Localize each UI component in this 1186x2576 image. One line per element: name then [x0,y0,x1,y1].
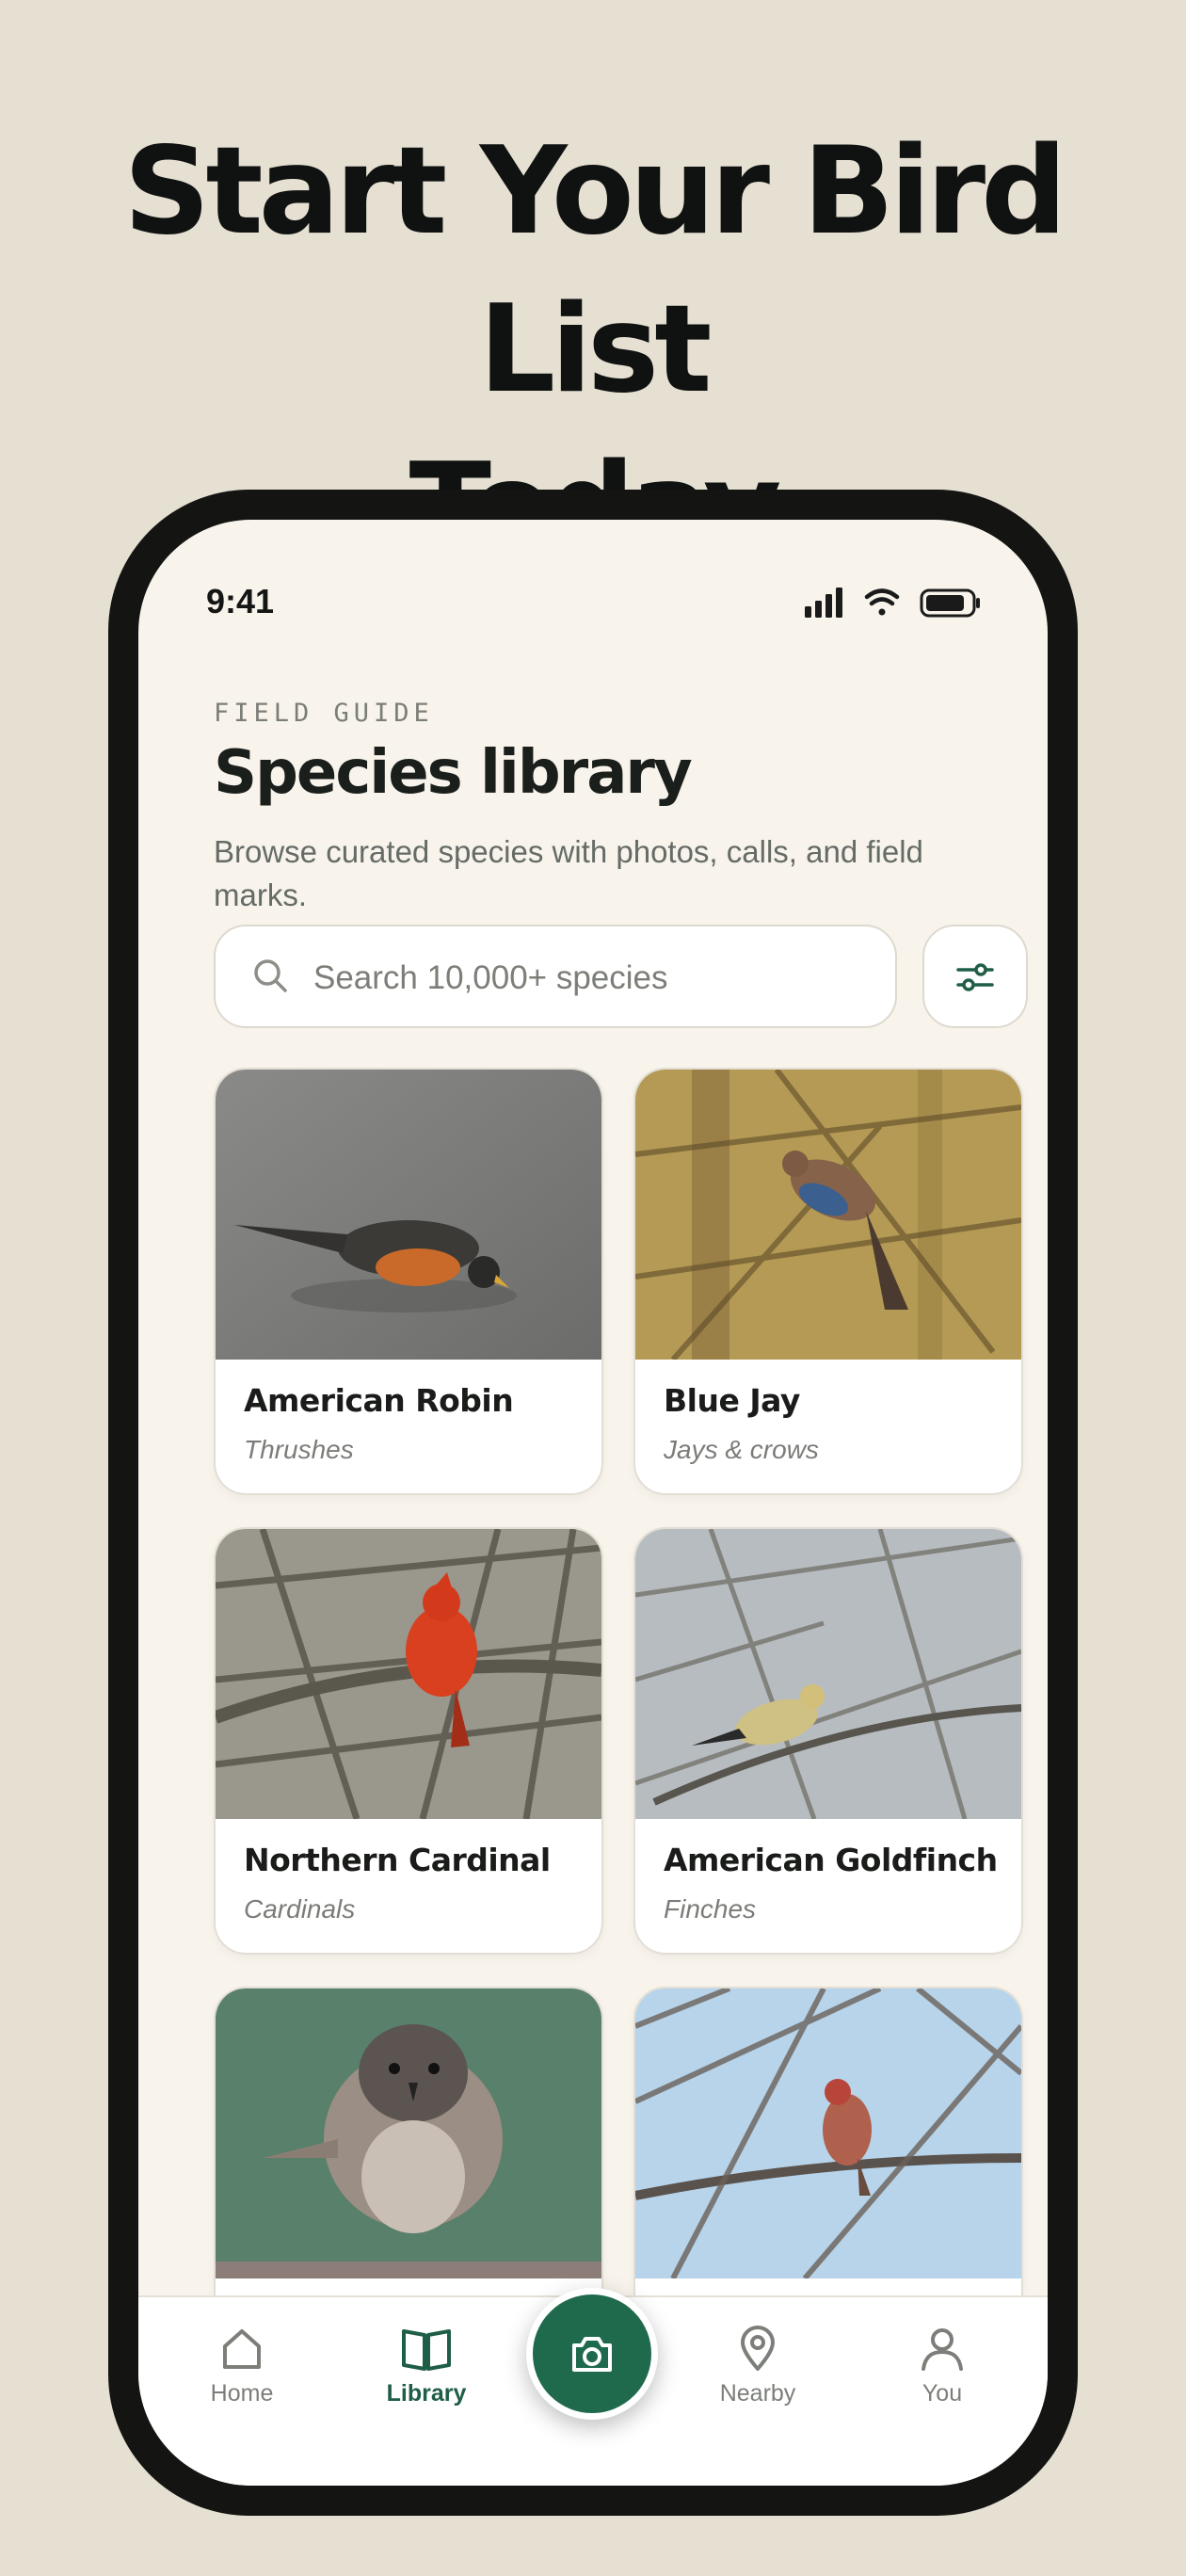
species-photo [635,1070,1021,1360]
species-card-blue-jay[interactable]: Blue Jay Jays & crows [633,1068,1023,1495]
person-icon [922,2328,963,2371]
camera-icon [572,2337,612,2372]
species-name: American Goldfinch [664,1842,998,1878]
page-subtitle: Browse curated species with photos, call… [214,834,923,912]
species-name: Blue Jay [664,1382,800,1419]
tab-nearby[interactable]: Nearby [682,2324,833,2427]
status-time: 9:41 [206,582,275,620]
search-icon [254,959,287,992]
species-family: Thrushes [244,1435,354,1464]
species-card-american-robin[interactable]: American Robin Thrushes [214,1068,603,1495]
headline-line-1: Start Your Bird List [123,121,1067,420]
wifi-icon [864,588,900,616]
status-icons [805,588,980,618]
species-photo [216,1988,601,2278]
phone-screen: 9:41 FIELD GUIDE Species library Browse … [138,520,1048,2486]
signal-icon [805,588,842,618]
species-family: Cardinals [244,1894,356,1924]
tab-home[interactable]: Home [167,2324,317,2427]
section-eyebrow: FIELD GUIDE [214,699,434,728]
home-icon [223,2329,261,2369]
species-family: Finches [664,1894,757,1924]
search-input[interactable] [312,949,861,1007]
tab-label: Home [210,2380,274,2407]
species-photo [635,1988,1021,2278]
tab-label: Nearby [719,2380,796,2407]
sliders-icon [956,963,994,991]
identify-camera-button[interactable] [526,2288,658,2420]
book-icon [402,2329,451,2371]
species-photo [216,1070,601,1360]
species-name: American Robin [244,1382,514,1419]
tab-label: Library [386,2380,467,2407]
tab-label: You [922,2380,963,2407]
tab-you[interactable]: You [867,2324,1018,2427]
species-photo [216,1529,601,1819]
species-card-northern-cardinal[interactable]: Northern Cardinal Cardinals [214,1527,603,1955]
filter-button[interactable] [922,925,1028,1028]
tab-library[interactable]: Library [351,2324,502,2427]
page-title: Species library [214,738,693,808]
species-card-american-goldfinch[interactable]: American Goldfinch Finches [633,1527,1023,1955]
search-bar[interactable] [214,925,897,1028]
phone-frame: 9:41 FIELD GUIDE Species library Browse … [108,490,1078,2516]
species-name: Northern Cardinal [244,1842,551,1878]
location-pin-icon [741,2326,775,2371]
species-family: Jays & crows [664,1435,819,1464]
species-photo [635,1529,1021,1819]
battery-icon [920,588,980,618]
